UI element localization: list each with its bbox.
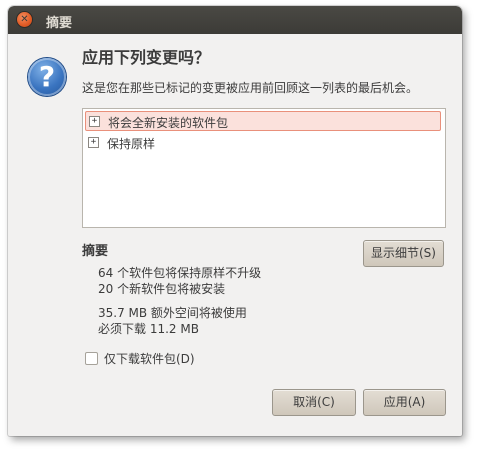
expand-plus-icon[interactable]: + <box>88 137 99 148</box>
tree-item-keep[interactable]: + 保持原样 <box>85 133 441 153</box>
show-details-button[interactable]: 显示细节(S) <box>363 240 444 267</box>
cancel-button[interactable]: 取消(C) <box>272 389 356 416</box>
tree-item-new-packages[interactable]: + 将会全新安装的软件包 <box>85 111 441 131</box>
question-icon: ? <box>28 58 66 96</box>
expand-plus-icon[interactable]: + <box>89 116 100 127</box>
download-only-checkbox[interactable] <box>85 352 98 365</box>
summary-line-kept: 64 个软件包将保持原样不升级 <box>98 266 262 280</box>
summary-line-download: 必须下载 11.2 MB <box>98 322 199 336</box>
close-icon[interactable]: ✕ <box>17 12 32 27</box>
dialog-description: 这是您在那些已标记的变更被应用前回顾这一列表的最后机会。 <box>82 81 419 95</box>
title-bar[interactable]: ✕ 摘要 <box>8 6 462 34</box>
summary-title: 摘要 <box>82 244 109 259</box>
download-only-label[interactable]: 仅下载软件包(D) <box>104 350 195 367</box>
tree-item-label: 保持原样 <box>107 137 156 151</box>
changes-tree[interactable]: + 将会全新安装的软件包 + 保持原样 <box>82 108 446 228</box>
summary-line-space: 35.7 MB 额外空间将被使用 <box>98 306 247 320</box>
summary-line-installed: 20 个新软件包将被安装 <box>98 282 226 296</box>
question-mark-glyph: ? <box>38 60 56 93</box>
tree-item-label: 将会全新安装的软件包 <box>108 116 229 130</box>
summary-dialog: ✕ 摘要 ? 应用下列变更吗？ 这是您在那些已标记的变更被应用前回顾这一列表的最… <box>8 6 462 436</box>
apply-button[interactable]: 应用(A) <box>363 389 446 416</box>
window-title: 摘要 <box>46 16 73 31</box>
dialog-heading: 应用下列变更吗？ <box>82 48 211 67</box>
